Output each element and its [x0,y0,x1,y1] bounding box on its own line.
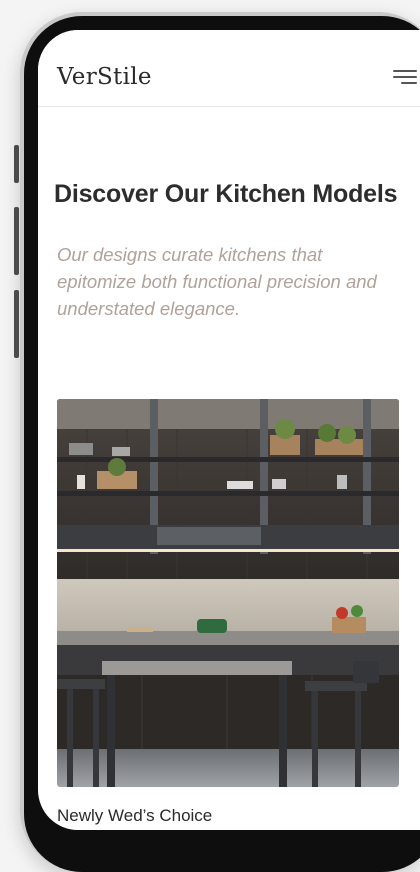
hamburger-menu-icon[interactable] [393,67,419,87]
page-subtitle: Our designs curate kitchens that epitomi… [57,244,377,319]
volume-down-button [14,290,19,358]
page-title: Discover Our Kitchen Models [54,180,398,208]
model-caption[interactable]: Newly Wed’s Choice [57,806,212,826]
phone-screen: VerStile Discover Our Kitchen Models Our… [38,30,420,830]
volume-up-button [14,207,19,275]
kitchen-model-image[interactable] [57,399,399,787]
kitchen-photo [57,399,399,787]
app-header: VerStile [38,30,420,107]
mute-switch [14,145,19,183]
brand-logo[interactable]: VerStile [57,64,152,90]
